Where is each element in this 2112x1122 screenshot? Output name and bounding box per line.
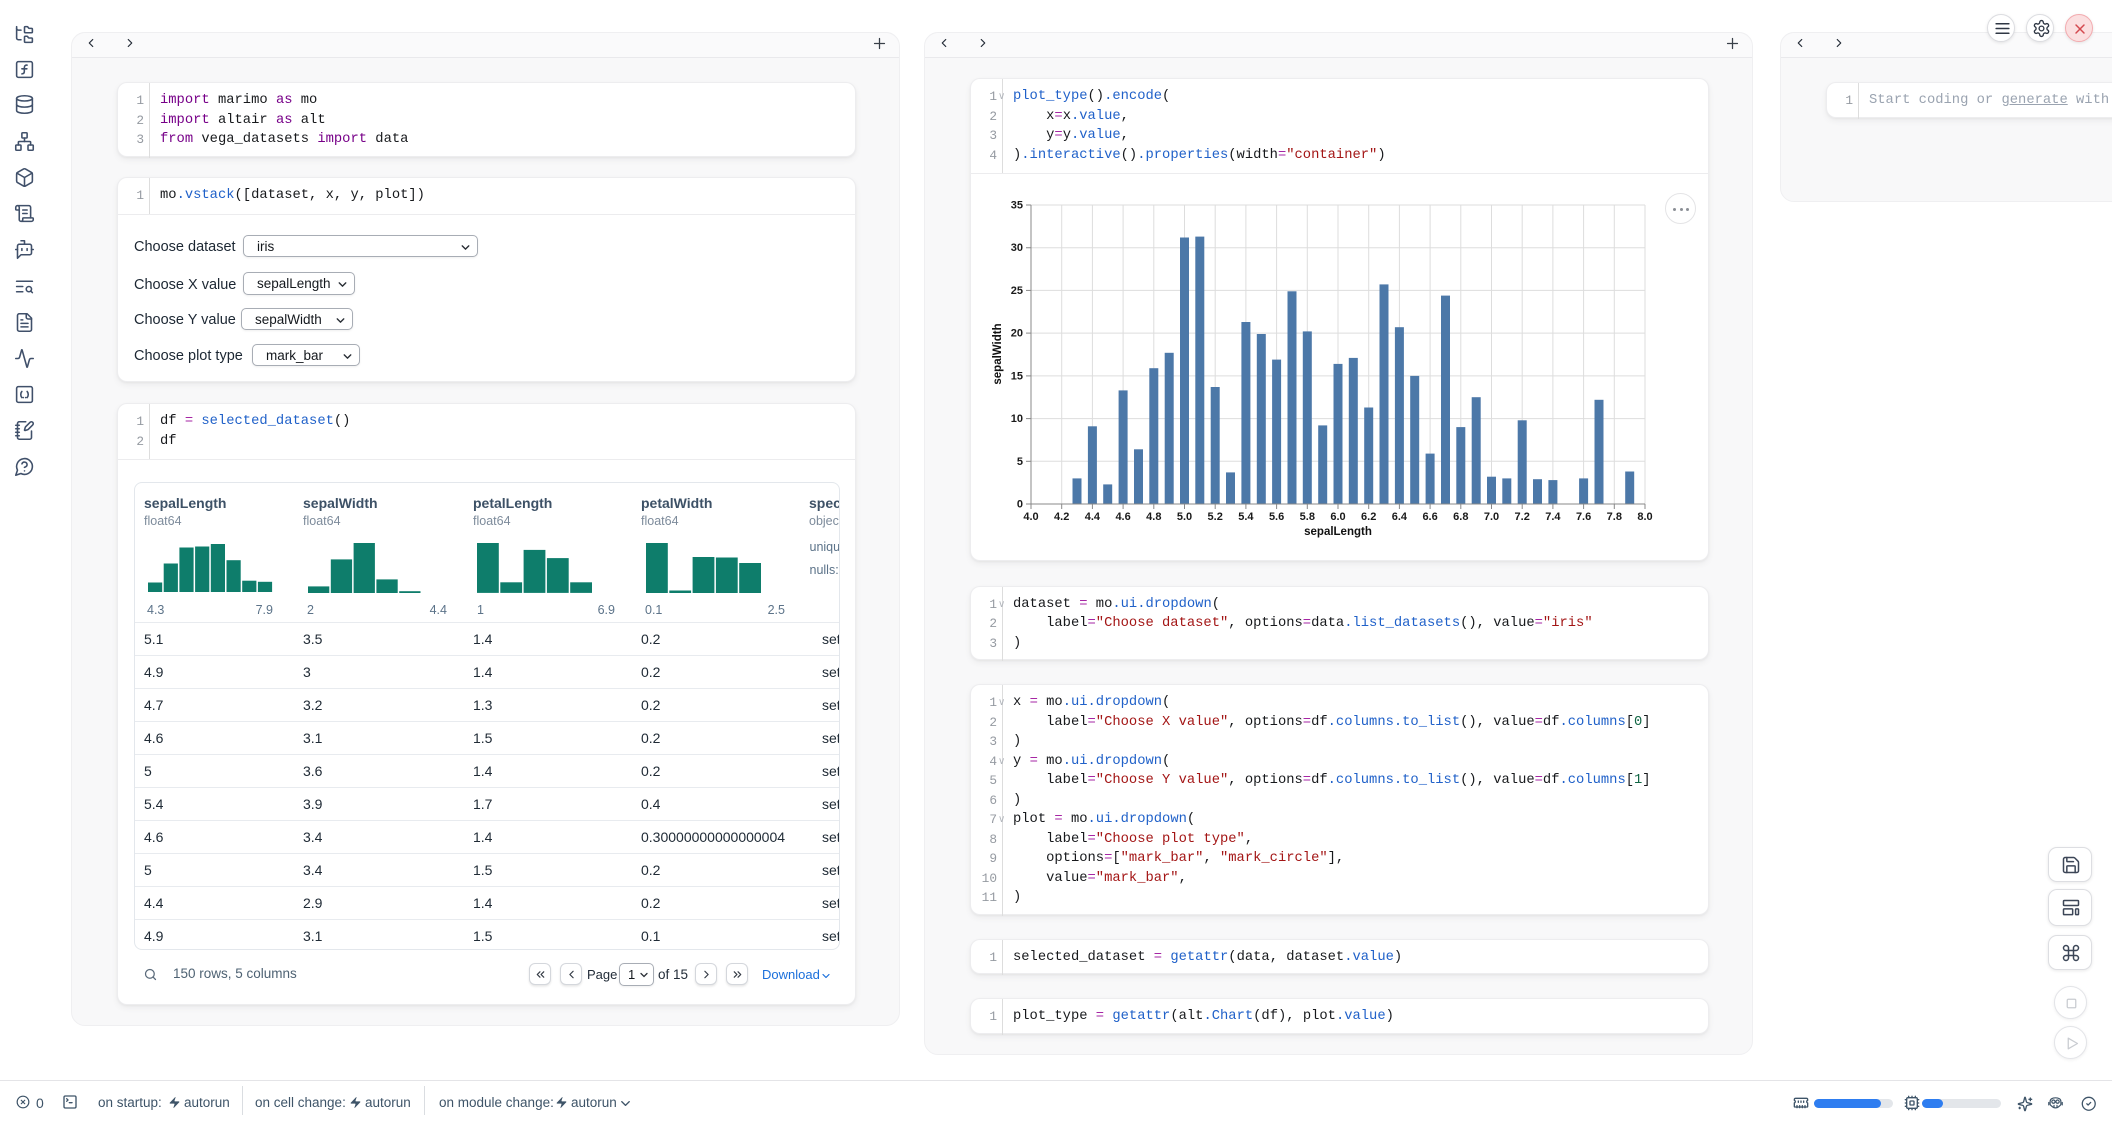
svg-text:20: 20 (1011, 328, 1023, 340)
svg-text:5.6: 5.6 (1269, 511, 1284, 523)
svg-text:10: 10 (1011, 413, 1023, 425)
svg-text:8.0: 8.0 (1637, 511, 1652, 523)
svg-text:6.6: 6.6 (1422, 511, 1437, 523)
svg-text:sepalLength: sepalLength (1304, 526, 1372, 538)
svg-text:25: 25 (1011, 285, 1023, 297)
svg-text:6.0: 6.0 (1330, 511, 1345, 523)
svg-text:30: 30 (1011, 242, 1023, 254)
svg-text:35: 35 (1011, 200, 1023, 212)
svg-text:4.6: 4.6 (1115, 511, 1130, 523)
svg-text:7.8: 7.8 (1607, 511, 1622, 523)
svg-text:5.0: 5.0 (1177, 511, 1192, 523)
svg-text:4.4: 4.4 (1085, 511, 1101, 523)
svg-text:6.8: 6.8 (1453, 511, 1468, 523)
svg-text:7.2: 7.2 (1515, 511, 1530, 523)
svg-text:4.8: 4.8 (1146, 511, 1161, 523)
svg-text:7.0: 7.0 (1484, 511, 1499, 523)
svg-text:5.8: 5.8 (1300, 511, 1315, 523)
svg-text:7.6: 7.6 (1576, 511, 1591, 523)
svg-text:sepalWidth: sepalWidth (992, 323, 1004, 384)
svg-text:0: 0 (1017, 499, 1023, 511)
svg-text:6.2: 6.2 (1361, 511, 1376, 523)
svg-text:4.2: 4.2 (1054, 511, 1069, 523)
svg-text:7.4: 7.4 (1545, 511, 1561, 523)
svg-text:5: 5 (1017, 456, 1023, 468)
svg-text:15: 15 (1011, 370, 1023, 382)
svg-text:5.4: 5.4 (1238, 511, 1254, 523)
svg-text:4.0: 4.0 (1023, 511, 1038, 523)
svg-text:6.4: 6.4 (1392, 511, 1408, 523)
svg-text:5.2: 5.2 (1208, 511, 1223, 523)
